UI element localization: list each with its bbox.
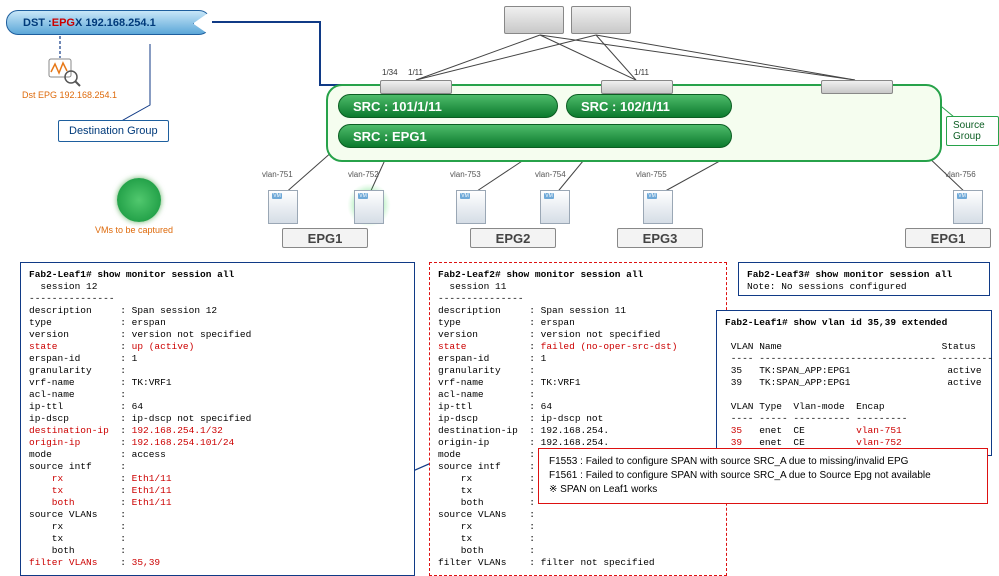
server-epg2-b: VM	[540, 190, 570, 224]
cli-leaf2-monitor: Fab2-Leaf2# show monitor session all ses…	[429, 262, 727, 576]
vm-capture-indicator	[117, 178, 161, 222]
cli-leaf1-vlan: Fab2-Leaf1# show vlan id 35,39 extended …	[716, 310, 992, 456]
server-epg1-a: VM	[268, 190, 298, 224]
vlan-753-label: vlan-753	[450, 170, 481, 179]
annot-l2: F1561 : Failed to configure SPAN with so…	[549, 469, 977, 483]
cli-leaf1-monitor: Fab2-Leaf1# show monitor session all ses…	[20, 262, 415, 576]
span-error-annotation: F1553 : Failed to configure SPAN with so…	[538, 448, 988, 504]
analyzer-caption: Dst EPG 192.168.254.1	[22, 90, 117, 100]
port-1-11-a: 1/11	[408, 68, 423, 77]
annot-l3: ※ SPAN on Leaf1 works	[549, 483, 977, 497]
cli-leaf3-monitor: Fab2-Leaf3# show monitor session all Not…	[738, 262, 990, 296]
vlan-755-label: vlan-755	[636, 170, 667, 179]
destination-callout: Destination Group	[58, 120, 169, 142]
analyzer-icon	[48, 58, 82, 88]
port-1-34: 1/34	[382, 68, 398, 77]
vlan-754-label: vlan-754	[535, 170, 566, 179]
source-callout: Source Group	[946, 116, 999, 146]
leaf-3	[821, 80, 893, 94]
src-pill-b: SRC : 102/1/11	[566, 94, 732, 118]
epg1-label: EPG1	[282, 228, 368, 248]
vlan-756-label: vlan-756	[945, 170, 976, 179]
dst-suffix: X 192.168.254.1	[75, 17, 156, 29]
server-epg3-a: VM	[643, 190, 673, 224]
dst-pill: DST : EPG X 192.168.254.1	[6, 10, 211, 35]
src-pill-a: SRC : 101/1/11	[338, 94, 558, 118]
server-epg1-c: VM	[953, 190, 983, 224]
spine-switch-1	[504, 6, 564, 34]
epg1-right-label: EPG1	[905, 228, 991, 248]
epg3-label: EPG3	[617, 228, 703, 248]
src-pill-c: SRC : EPG1	[338, 124, 732, 148]
annot-l1: F1553 : Failed to configure SPAN with so…	[549, 455, 977, 469]
spine-switch-2	[571, 6, 631, 34]
server-epg1-b: VM	[354, 190, 384, 224]
vlan-752-label: vlan-752	[348, 170, 379, 179]
vlan-751-label: vlan-751	[262, 170, 293, 179]
leaf-1	[380, 80, 452, 94]
dst-prefix: DST :	[23, 17, 52, 29]
leaf-2	[601, 80, 673, 94]
dst-epg: EPG	[52, 17, 75, 29]
vm-note: VMs to be captured	[95, 225, 173, 235]
epg2-label: EPG2	[470, 228, 556, 248]
server-epg2-a: VM	[456, 190, 486, 224]
port-1-11-b: 1/11	[634, 68, 649, 77]
